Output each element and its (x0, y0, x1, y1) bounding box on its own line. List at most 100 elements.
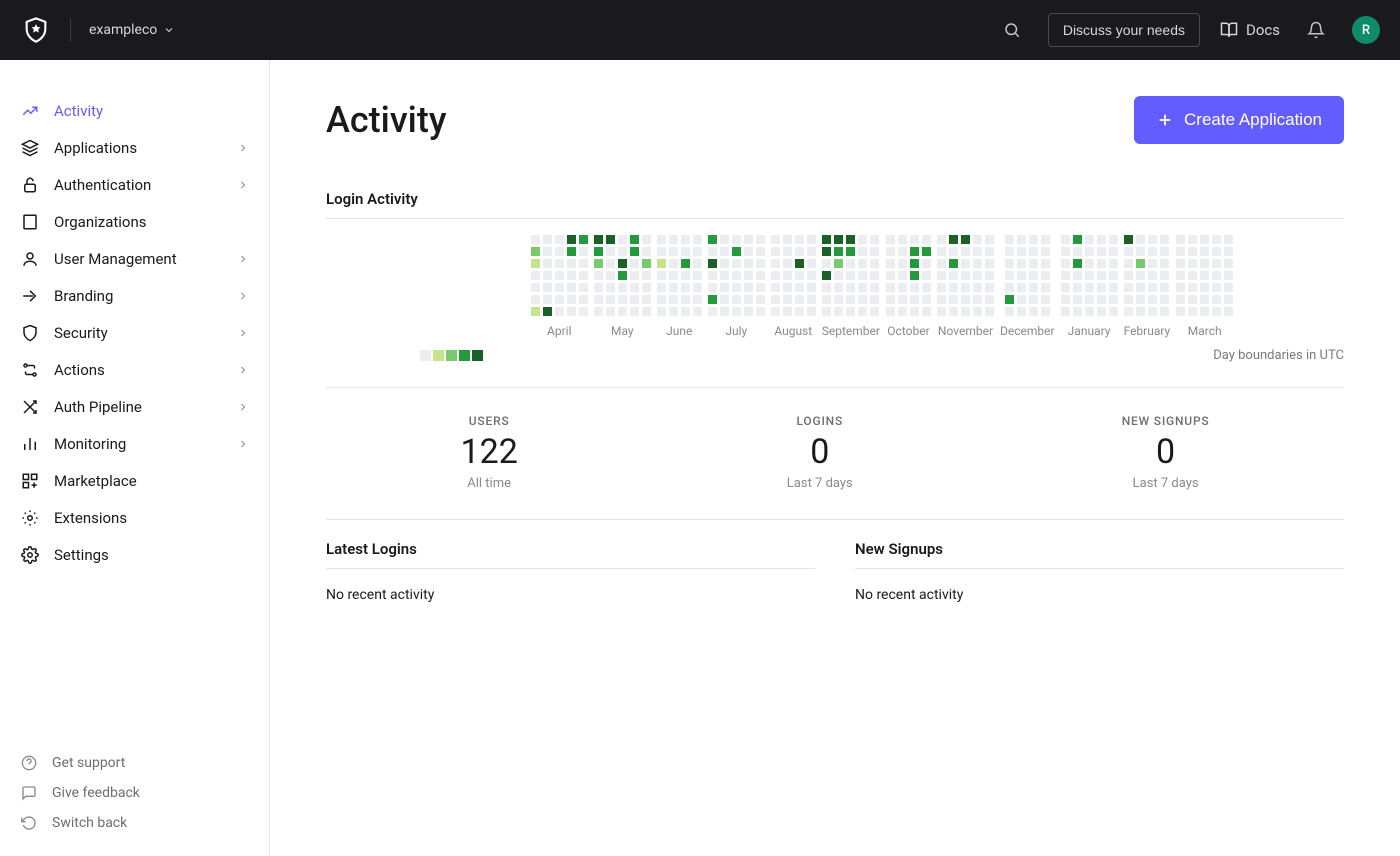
legend-cell-1 (433, 350, 444, 361)
avatar[interactable]: R (1352, 16, 1380, 44)
heatmap-cell (795, 235, 804, 244)
heatmap-cell (783, 307, 792, 316)
heatmap-cell (567, 259, 576, 268)
heatmap-month-grid (771, 235, 816, 316)
bar-chart-icon (20, 434, 40, 454)
heatmap-cell (618, 247, 627, 256)
heatmap-cell (795, 295, 804, 304)
heatmap-cell (657, 259, 666, 268)
sidebar-item-security[interactable]: Security (6, 314, 263, 351)
search-button[interactable] (996, 14, 1028, 46)
chevron-right-icon (237, 142, 249, 154)
heatmap-cell (858, 307, 867, 316)
heatmap-cell (1212, 283, 1221, 292)
heatmap-cell (870, 235, 879, 244)
heatmap-cell (555, 235, 564, 244)
heatmap-cell (1061, 247, 1070, 256)
sidebar-item-monitoring[interactable]: Monitoring (6, 425, 263, 462)
heatmap-cell (834, 247, 843, 256)
sidebar-item-settings[interactable]: Settings (6, 536, 263, 573)
heatmap-cell (783, 283, 792, 292)
sidebar-footer: Get support Give feedback Switch back (0, 738, 269, 856)
heatmap-cell (973, 295, 982, 304)
sidebar-item-organizations[interactable]: Organizations (6, 203, 263, 240)
heatmap-cell (1029, 307, 1038, 316)
discuss-needs-button[interactable]: Discuss your needs (1048, 13, 1200, 47)
heatmap-cell (1073, 259, 1082, 268)
heatmap-cell (579, 247, 588, 256)
heatmap-cell (1017, 259, 1026, 268)
heatmap-month-may: May (594, 235, 651, 338)
heatmap-cell (937, 283, 946, 292)
sidebar-item-user-management[interactable]: User Management (6, 240, 263, 277)
sidebar-item-auth-pipeline[interactable]: Auth Pipeline (6, 388, 263, 425)
notifications-button[interactable] (1300, 14, 1332, 46)
heatmap-cell (771, 271, 780, 280)
heatmap-cell (543, 271, 552, 280)
sidebar-item-applications[interactable]: Applications (6, 129, 263, 166)
heatmap-cell (1124, 247, 1133, 256)
heatmap-cell (543, 295, 552, 304)
gear-icon (20, 508, 40, 528)
create-application-label: Create Application (1184, 110, 1322, 130)
docs-link[interactable]: Docs (1220, 21, 1280, 39)
heatmap-month-grid (822, 235, 879, 316)
footer-item-switch-back[interactable]: Switch back (0, 808, 269, 838)
heatmap-cell (846, 307, 855, 316)
heatmap-cell (708, 283, 717, 292)
heatmap-cell (1212, 259, 1221, 268)
heatmap-cell (756, 307, 765, 316)
login-activity-section: Login Activity AprilMayJuneJulyAugustSep… (326, 190, 1344, 367)
heatmap-cell (910, 271, 919, 280)
heatmap-cell (618, 295, 627, 304)
heatmap-cell (681, 295, 690, 304)
heatmap-cell (834, 307, 843, 316)
create-application-button[interactable]: Create Application (1134, 96, 1344, 144)
heatmap-cell (606, 307, 615, 316)
heatmap-cell (543, 247, 552, 256)
heatmap-cell (594, 235, 603, 244)
heatmap-cell (1200, 259, 1209, 268)
sidebar-item-actions[interactable]: Actions (6, 351, 263, 388)
brand-logo[interactable] (20, 14, 52, 46)
heatmap-cell (1124, 259, 1133, 268)
sidebar-item-authentication[interactable]: Authentication (6, 166, 263, 203)
heatmap-cell (1148, 283, 1157, 292)
heatmap-cell (910, 247, 919, 256)
heatmap-cell (937, 295, 946, 304)
tenant-switcher[interactable]: exampleco (89, 22, 175, 38)
heatmap-cell (579, 307, 588, 316)
heatmap-cell (1097, 247, 1106, 256)
heatmap-cell (1224, 283, 1233, 292)
heatmap-legend (420, 350, 483, 361)
latest-logins-empty: No recent activity (326, 569, 815, 603)
heatmap-cell (720, 247, 729, 256)
heatmap-cell (771, 247, 780, 256)
heatmap-cell (1148, 295, 1157, 304)
sidebar-item-branding[interactable]: Branding (6, 277, 263, 314)
heatmap-cell (870, 307, 879, 316)
heatmap-cell (1061, 235, 1070, 244)
heatmap-cell (846, 259, 855, 268)
heatmap-cell (922, 307, 931, 316)
undo-icon (20, 814, 38, 832)
month-label: September (822, 324, 880, 338)
heatmap-cell (1188, 271, 1197, 280)
heatmap-cell (1073, 295, 1082, 304)
heatmap-cell (1188, 247, 1197, 256)
heatmap-cell (744, 295, 753, 304)
footer-item-label: Give feedback (52, 785, 140, 801)
heatmap-cell (858, 283, 867, 292)
sidebar-item-activity[interactable]: Activity (6, 92, 263, 129)
footer-item-get-support[interactable]: Get support (0, 748, 269, 778)
heatmap-cell (618, 271, 627, 280)
activity-heatmap: AprilMayJuneJulyAugustSeptemberOctoberNo… (531, 235, 1233, 338)
heatmap-cell (744, 283, 753, 292)
heatmap-cell (657, 235, 666, 244)
footer-item-give-feedback[interactable]: Give feedback (0, 778, 269, 808)
sidebar-item-marketplace[interactable]: Marketplace (6, 462, 263, 499)
heatmap-cell (961, 283, 970, 292)
heatmap-cell (744, 259, 753, 268)
sidebar-item-extensions[interactable]: Extensions (6, 499, 263, 536)
heatmap-cell (756, 295, 765, 304)
